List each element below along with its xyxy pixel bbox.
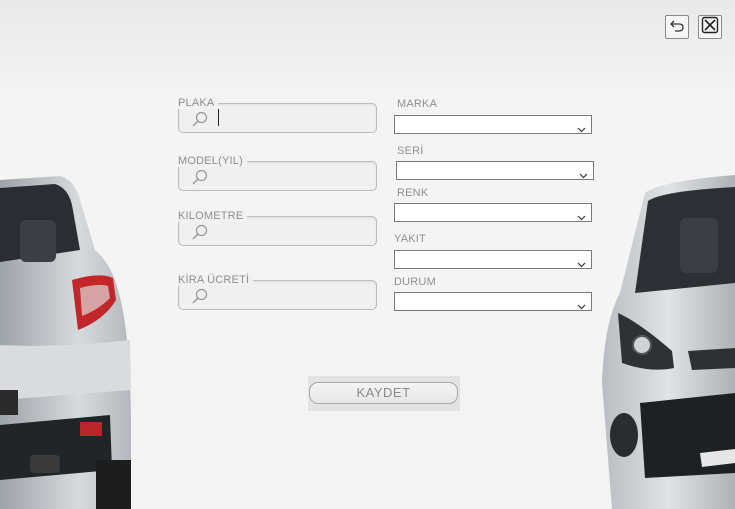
- renk-label: RENK: [397, 187, 429, 199]
- undo-button[interactable]: [665, 15, 689, 39]
- car-front-image: [602, 175, 735, 509]
- chevron-down-icon: [577, 299, 586, 316]
- kira-ucreti-label: KİRA ÜCRETİ: [178, 274, 254, 286]
- yakit-label: YAKIT: [394, 233, 426, 245]
- kira-ucreti-field[interactable]: KİRA ÜCRETİ: [178, 274, 377, 310]
- search-icon: [191, 169, 209, 190]
- chevron-down-icon: [577, 122, 586, 139]
- chevron-down-icon: [579, 168, 588, 185]
- chevron-down-icon: [577, 257, 586, 274]
- yakit-select[interactable]: [394, 250, 592, 269]
- chevron-down-icon: [577, 210, 586, 227]
- undo-icon: [669, 17, 685, 38]
- kilometre-label: KILOMETRE: [178, 210, 248, 222]
- seri-label: SERİ: [397, 145, 424, 157]
- durum-label: DURUM: [394, 276, 436, 288]
- save-button[interactable]: KAYDET: [309, 382, 458, 404]
- seri-select[interactable]: [396, 161, 594, 180]
- plaka-field[interactable]: PLAKA: [178, 97, 377, 133]
- close-icon: [701, 16, 719, 39]
- kilometre-field[interactable]: KILOMETRE: [178, 210, 377, 246]
- close-button[interactable]: [698, 15, 722, 39]
- search-icon: [191, 224, 209, 245]
- model-label: MODEL(YIL): [178, 155, 247, 167]
- model-field[interactable]: MODEL(YIL): [178, 155, 377, 191]
- save-button-container: KAYDET: [308, 376, 460, 411]
- renk-select[interactable]: [394, 203, 592, 222]
- durum-select[interactable]: [394, 292, 592, 311]
- search-icon: [191, 288, 209, 309]
- search-icon: [191, 111, 209, 132]
- text-cursor: [218, 109, 219, 126]
- car-rear-image: [0, 176, 131, 509]
- plaka-label: PLAKA: [178, 97, 219, 109]
- marka-label: MARKA: [397, 98, 438, 110]
- marka-select[interactable]: [394, 115, 592, 134]
